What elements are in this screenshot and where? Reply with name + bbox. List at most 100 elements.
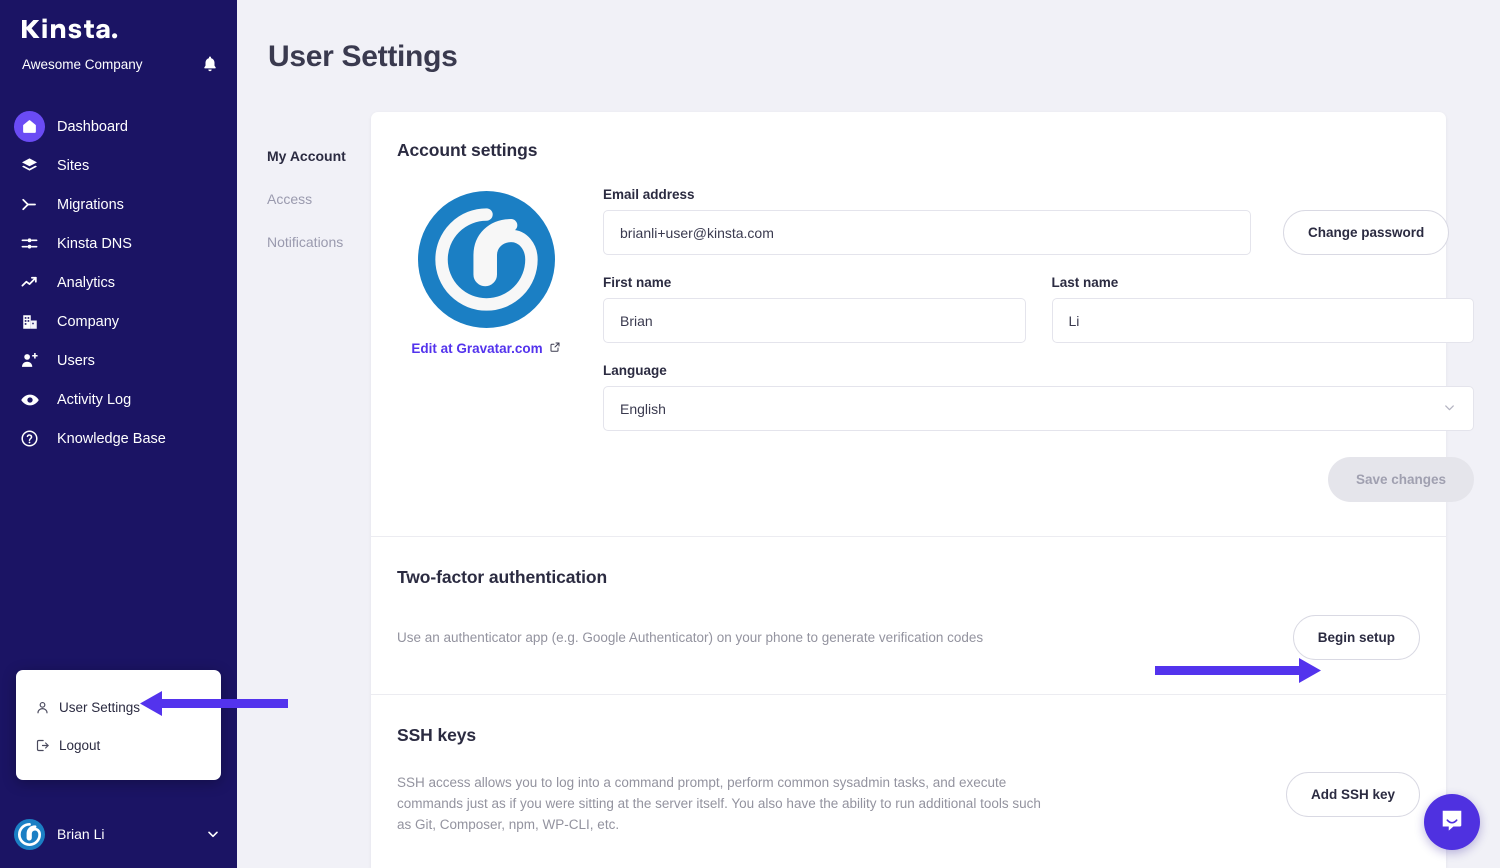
tab-label: Access — [267, 191, 312, 207]
email-value: brianli+user@kinsta.com — [620, 225, 774, 241]
gravatar-logo — [418, 191, 555, 328]
edit-at-gravatar-link[interactable]: Edit at Gravatar.com — [397, 341, 575, 356]
last-name-field[interactable]: Li — [1052, 298, 1475, 343]
avatar-column: Edit at Gravatar.com — [397, 187, 575, 536]
first-name-wrap: First name Brian — [603, 275, 1026, 343]
ssh-keys-heading: SSH keys — [397, 725, 1420, 746]
brand-wrap — [0, 0, 237, 45]
sidebar-item-label: Migrations — [57, 197, 124, 213]
sidebar-item-sites[interactable]: Sites — [0, 146, 237, 185]
sidebar-item-label: Company — [57, 314, 119, 330]
gravatar-link-label: Edit at Gravatar.com — [411, 341, 542, 356]
sidebar-item-kinsta-dns[interactable]: Kinsta DNS — [0, 224, 237, 263]
building-icon — [14, 306, 45, 337]
settings-tab-list: My Account Access Notifications — [267, 148, 372, 277]
home-icon — [14, 111, 45, 142]
save-row: Save changes — [603, 457, 1474, 502]
begin-setup-button[interactable]: Begin setup — [1293, 615, 1420, 660]
account-settings-section: Account settings Edit at Gravatar.com — [371, 112, 1446, 536]
menu-item-label: Logout — [59, 738, 100, 753]
change-password-button[interactable]: Change password — [1283, 210, 1449, 255]
bell-icon[interactable] — [201, 55, 219, 73]
sidebar: Awesome Company Dashboard — [0, 0, 237, 868]
sidebar-item-migrations[interactable]: Migrations — [0, 185, 237, 224]
language-label: Language — [603, 363, 1474, 378]
sidebar-item-knowledge-base[interactable]: Knowledge Base — [0, 419, 237, 458]
email-label: Email address — [603, 187, 1251, 202]
language-select[interactable]: English — [603, 386, 1474, 431]
last-name-wrap: Last name Li — [1052, 275, 1475, 343]
main-content: User Settings My Account Access Notifica… — [237, 0, 1500, 868]
email-field[interactable]: brianli+user@kinsta.com — [603, 210, 1251, 255]
save-changes-button[interactable]: Save changes — [1328, 457, 1474, 502]
dns-icon — [14, 228, 45, 259]
user-icon — [35, 700, 50, 715]
menu-item-label: User Settings — [59, 700, 140, 715]
add-ssh-key-label: Add SSH key — [1311, 787, 1395, 802]
org-name: Awesome Company — [22, 57, 143, 72]
account-body: Edit at Gravatar.com — [397, 161, 1420, 536]
last-name-label: Last name — [1052, 275, 1475, 290]
account-settings-heading: Account settings — [397, 140, 1420, 161]
ssh-keys-row: SSH access allows you to log into a comm… — [397, 772, 1420, 835]
sidebar-item-label: Users — [57, 353, 95, 369]
first-name-label: First name — [603, 275, 1026, 290]
first-name-field[interactable]: Brian — [603, 298, 1026, 343]
sidebar-item-users[interactable]: Users — [0, 341, 237, 380]
intercom-launcher[interactable] — [1424, 794, 1480, 850]
user-menu-popup: User Settings Logout — [16, 670, 221, 780]
name-row: First name Brian Last name Li — [603, 275, 1474, 343]
app-root: Awesome Company Dashboard — [0, 0, 1500, 868]
eye-icon — [14, 384, 45, 415]
settings-card: Account settings Edit at Gravatar.com — [371, 112, 1446, 868]
sidebar-item-label: Analytics — [57, 275, 115, 291]
sidebar-nav: Dashboard Sites Migrat — [0, 107, 237, 458]
sidebar-item-company[interactable]: Company — [0, 302, 237, 341]
kinsta-logo[interactable] — [22, 18, 118, 40]
sidebar-item-label: Knowledge Base — [57, 431, 166, 447]
org-row: Awesome Company — [0, 45, 237, 73]
chevron-down-icon[interactable] — [205, 826, 221, 842]
begin-setup-label: Begin setup — [1318, 630, 1395, 645]
tab-my-account[interactable]: My Account — [267, 148, 372, 164]
question-circle-icon — [14, 423, 45, 454]
change-password-label: Change password — [1308, 225, 1424, 240]
tab-notifications[interactable]: Notifications — [267, 234, 372, 250]
language-value: English — [620, 401, 666, 417]
sidebar-item-analytics[interactable]: Analytics — [0, 263, 237, 302]
sidebar-item-label: Kinsta DNS — [57, 236, 132, 252]
email-field-wrap: Email address brianli+user@kinsta.com — [603, 187, 1251, 255]
two-factor-section: Two-factor authentication Use an authent… — [371, 536, 1446, 694]
sidebar-user-name: Brian Li — [57, 826, 205, 842]
tab-label: My Account — [267, 148, 346, 164]
language-wrap: Language English — [603, 363, 1474, 431]
intercom-chat-icon — [1439, 807, 1465, 838]
chevron-down-icon — [1442, 400, 1457, 418]
sidebar-item-label: Dashboard — [57, 119, 128, 135]
layers-icon — [14, 150, 45, 181]
two-factor-heading: Two-factor authentication — [397, 567, 1420, 588]
email-row: Email address brianli+user@kinsta.com Ch… — [603, 187, 1474, 255]
sidebar-item-label: Activity Log — [57, 392, 131, 408]
user-plus-icon — [14, 345, 45, 376]
menu-item-logout[interactable]: Logout — [16, 726, 221, 764]
tab-access[interactable]: Access — [267, 191, 372, 207]
trending-up-icon — [14, 267, 45, 298]
external-link-icon — [549, 341, 561, 356]
last-name-value: Li — [1069, 313, 1080, 329]
migrations-icon — [14, 189, 45, 220]
logout-icon — [35, 738, 50, 753]
two-factor-row: Use an authenticator app (e.g. Google Au… — [397, 615, 1420, 660]
account-form: Email address brianli+user@kinsta.com Ch… — [575, 187, 1476, 536]
tab-label: Notifications — [267, 234, 343, 250]
add-ssh-key-button[interactable]: Add SSH key — [1286, 772, 1420, 817]
sidebar-item-activity-log[interactable]: Activity Log — [0, 380, 237, 419]
menu-item-user-settings[interactable]: User Settings — [16, 688, 221, 726]
avatar — [14, 819, 45, 850]
sidebar-item-label: Sites — [57, 158, 89, 174]
sidebar-user-bar[interactable]: Brian Li — [0, 800, 237, 868]
first-name-value: Brian — [620, 313, 653, 329]
sidebar-item-dashboard[interactable]: Dashboard — [0, 107, 237, 146]
two-factor-description: Use an authenticator app (e.g. Google Au… — [397, 627, 983, 648]
ssh-keys-section: SSH keys SSH access allows you to log in… — [371, 694, 1446, 865]
